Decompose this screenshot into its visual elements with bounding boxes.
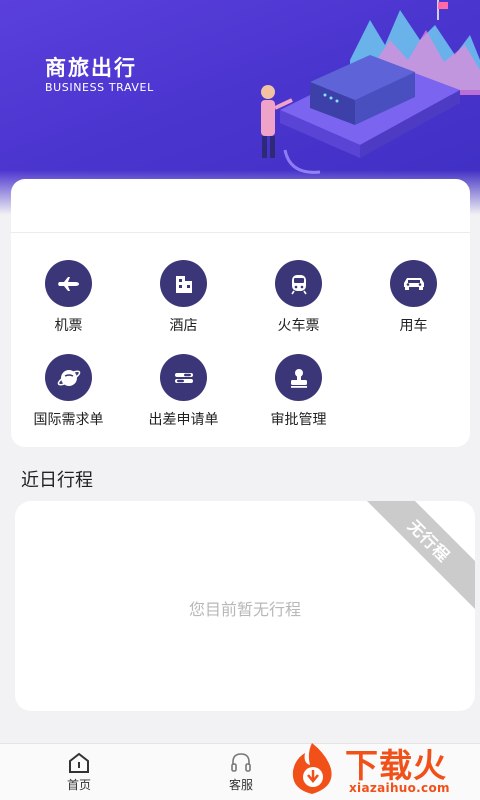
menu-item-travel-request[interactable]: 出差申请单 xyxy=(126,354,241,429)
menu-item-flight[interactable]: 机票 xyxy=(11,260,126,335)
airplane-icon xyxy=(45,260,92,307)
empty-message: 您目前暂无行程 xyxy=(188,600,301,619)
menu-item-label: 审批管理 xyxy=(270,412,327,428)
menu-item-hotel[interactable]: 酒店 xyxy=(126,260,241,335)
globe-icon xyxy=(45,354,92,401)
train-icon xyxy=(275,260,322,307)
approval-stamp-icon xyxy=(275,354,322,401)
services-card: 机票 酒店 火车票 用车 国际需求单 出差申请单 审批管理 xyxy=(11,179,470,447)
menu-item-label: 用车 xyxy=(399,318,428,334)
menu-item-label: 国际需求单 xyxy=(33,412,104,428)
hero-title: 商旅出行 xyxy=(45,56,137,80)
section-title: 近日行程 xyxy=(21,470,93,491)
watermark-url: xiazaihuo.com xyxy=(349,781,450,795)
home-icon xyxy=(69,752,89,773)
menu-item-car[interactable]: 用车 xyxy=(356,260,471,335)
fire-logo-icon xyxy=(292,743,332,794)
hotel-icon xyxy=(160,260,207,307)
menu-item-label: 出差申请单 xyxy=(148,412,219,428)
watermark-text: 下载火 xyxy=(345,746,447,785)
headset-icon xyxy=(231,753,251,772)
hero-subtitle: BUSINESS TRAVEL xyxy=(45,81,154,94)
hero-illustration xyxy=(261,0,480,174)
menu-item-label: 火车票 xyxy=(277,318,320,334)
menu-item-train[interactable]: 火车票 xyxy=(241,260,356,335)
menu-item-international[interactable]: 国际需求单 xyxy=(11,354,126,429)
tab-home[interactable]: 首页 xyxy=(34,744,124,800)
card-divider xyxy=(11,232,470,233)
menu-item-approval[interactable]: 审批管理 xyxy=(241,354,356,429)
tab-label: 首页 xyxy=(66,778,91,792)
tab-customer-service[interactable]: 客服 xyxy=(196,744,286,800)
tab-label: 客服 xyxy=(228,778,253,792)
watermark-logo: 下载火 xiazaihuo.com xyxy=(283,735,480,800)
request-form-icon xyxy=(160,354,207,401)
trip-card: 无行程 您目前暂无行程 xyxy=(15,501,475,711)
car-icon xyxy=(390,260,437,307)
menu-item-label: 酒店 xyxy=(169,318,198,334)
menu-item-label: 机票 xyxy=(54,318,83,334)
